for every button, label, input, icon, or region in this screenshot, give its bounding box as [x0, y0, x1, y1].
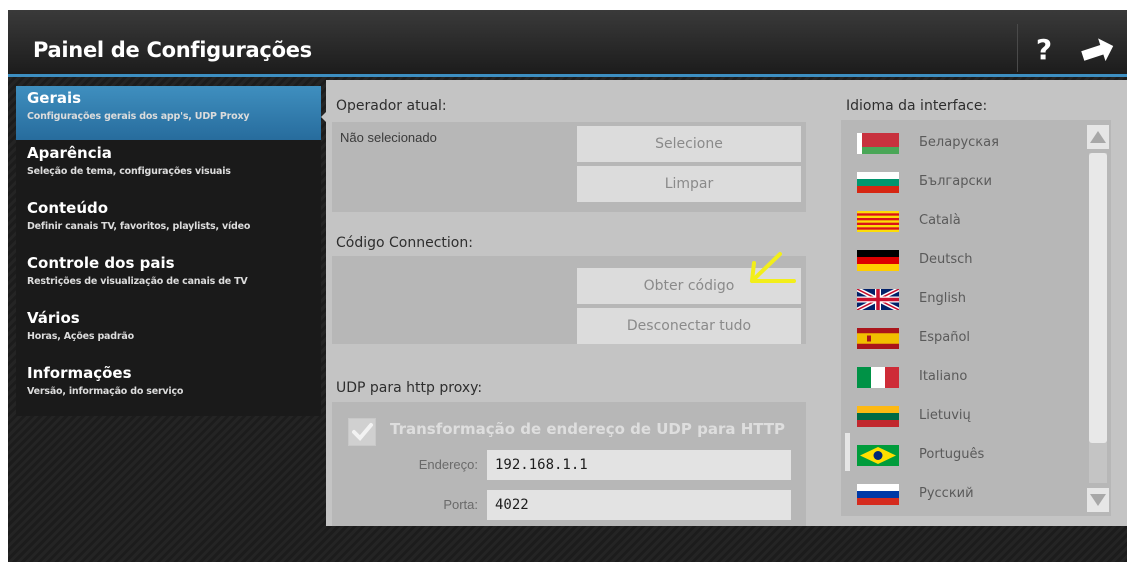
language-name: Беларуская	[919, 135, 999, 150]
sidebar-item-label: Gerais	[27, 89, 82, 107]
language-name: Español	[919, 330, 971, 345]
settings-panel: Operador atual: Não selecionado Selecion…	[326, 80, 1127, 526]
sidebar-item-label: Aparência	[27, 144, 112, 162]
language-list: Беларуская Български Català Deutsch Engl…	[841, 120, 1111, 516]
language-item-be[interactable]: Беларуская	[857, 126, 1077, 160]
sidebar-item-label: Controle dos pais	[27, 254, 175, 272]
sidebar-item-description: Horas, Ações padrão	[27, 331, 134, 342]
russia-flag-icon	[857, 484, 899, 505]
settings-sidebar: Gerais Configurações gerais dos app's, U…	[16, 86, 330, 416]
sidebar-item-label: Informações	[27, 364, 132, 382]
language-item-it[interactable]: Italiano	[857, 360, 1077, 394]
sidebar-item-varios[interactable]: Vários Horas, Ações padrão	[16, 306, 321, 360]
selected-marker	[845, 433, 850, 471]
select-operator-button[interactable]: Selecione	[577, 126, 801, 162]
address-label: Endereço:	[418, 457, 478, 472]
brazil-flag-icon	[857, 445, 899, 466]
udp-transform-checkbox[interactable]	[348, 418, 376, 446]
triangle-up-icon	[1090, 131, 1106, 143]
language-item-es[interactable]: Español	[857, 321, 1077, 355]
language-name: Lietuvių	[919, 408, 971, 423]
catalonia-flag-icon	[857, 211, 899, 232]
scroll-track[interactable]	[1089, 153, 1107, 483]
sidebar-item-aparencia[interactable]: Aparência Seleção de tema, configurações…	[16, 141, 321, 195]
udp-section: Transformação de endereço de UDP para HT…	[332, 402, 806, 526]
port-label: Porta:	[443, 497, 478, 512]
language-item-bg[interactable]: Български	[857, 165, 1077, 199]
sidebar-item-description: Versão, informação do serviço	[27, 386, 184, 397]
toolbar-divider	[1017, 24, 1018, 72]
yellow-arrow-icon	[750, 252, 796, 283]
sidebar-item-gerais[interactable]: Gerais Configurações gerais dos app's, U…	[16, 86, 330, 140]
sidebar-item-description: Definir canais TV, favoritos, playlists,…	[27, 221, 251, 232]
bulgaria-flag-icon	[857, 172, 899, 193]
sidebar-item-conteudo[interactable]: Conteúdo Definir canais TV, favoritos, p…	[16, 196, 321, 250]
udp-section-title: UDP para http proxy:	[336, 380, 483, 396]
language-name: Português	[919, 447, 985, 462]
uk-flag-icon	[857, 289, 899, 310]
language-item-de[interactable]: Deutsch	[857, 243, 1077, 277]
disconnect-all-button[interactable]: Desconectar tudo	[577, 308, 801, 344]
scroll-thumb[interactable]	[1089, 153, 1107, 443]
language-item-ca[interactable]: Català	[857, 204, 1077, 238]
operator-section: Não selecionado Selecione Limpar	[332, 122, 806, 212]
language-item-lt[interactable]: Lietuvių	[857, 399, 1077, 433]
clear-operator-button[interactable]: Limpar	[577, 166, 801, 202]
triangle-down-icon	[1090, 494, 1106, 506]
spain-flag-icon	[857, 328, 899, 349]
checkmark-icon	[352, 423, 373, 441]
sidebar-item-description: Configurações gerais dos app's, UDP Prox…	[27, 111, 250, 122]
sidebar-item-controle-pais[interactable]: Controle dos pais Restrições de visualiz…	[16, 251, 321, 305]
help-button[interactable]: ?	[1024, 30, 1064, 70]
udp-transform-label: Transformação de endereço de UDP para HT…	[390, 420, 786, 438]
language-name: Català	[919, 213, 961, 228]
sidebar-item-label: Vários	[27, 309, 80, 327]
top-bar: Painel de Configurações ?	[8, 10, 1127, 77]
address-input[interactable]: 192.168.1.1	[487, 450, 791, 480]
sidebar-item-informacoes[interactable]: Informações Versão, informação do serviç…	[16, 361, 321, 415]
italy-flag-icon	[857, 367, 899, 388]
operator-status: Não selecionado	[340, 130, 437, 145]
connection-section-title: Código Connection:	[336, 235, 473, 251]
forward-arrow-icon[interactable]	[1072, 32, 1120, 70]
language-name: Italiano	[919, 369, 968, 384]
lithuania-flag-icon	[857, 406, 899, 427]
scroll-down-button[interactable]	[1087, 488, 1109, 512]
scroll-up-button[interactable]	[1087, 125, 1109, 149]
language-name: Български	[919, 174, 992, 189]
language-name: Deutsch	[919, 252, 973, 267]
settings-screen: Painel de Configurações ? Gerais Configu…	[8, 10, 1127, 562]
connection-section: Obter código Desconectar tudo	[332, 256, 806, 344]
language-item-en[interactable]: English	[857, 282, 1077, 316]
port-input[interactable]: 4022	[487, 490, 791, 520]
page-title: Painel de Configurações	[33, 38, 312, 62]
language-item-ru[interactable]: Русский	[857, 477, 1077, 511]
language-scrollbar[interactable]	[1087, 125, 1109, 512]
language-item-pt[interactable]: Português	[845, 433, 1077, 472]
language-section-title: Idioma da interface:	[846, 98, 988, 114]
germany-flag-icon	[857, 250, 899, 271]
belarus-flag-icon	[857, 133, 899, 154]
language-name: Русский	[919, 486, 974, 501]
sidebar-item-description: Restrições de visualização de canais de …	[27, 276, 248, 287]
language-name: English	[919, 291, 966, 306]
operator-section-title: Operador atual:	[336, 98, 447, 114]
sidebar-item-description: Seleção de tema, configurações visuais	[27, 166, 231, 177]
sidebar-item-label: Conteúdo	[27, 199, 109, 217]
